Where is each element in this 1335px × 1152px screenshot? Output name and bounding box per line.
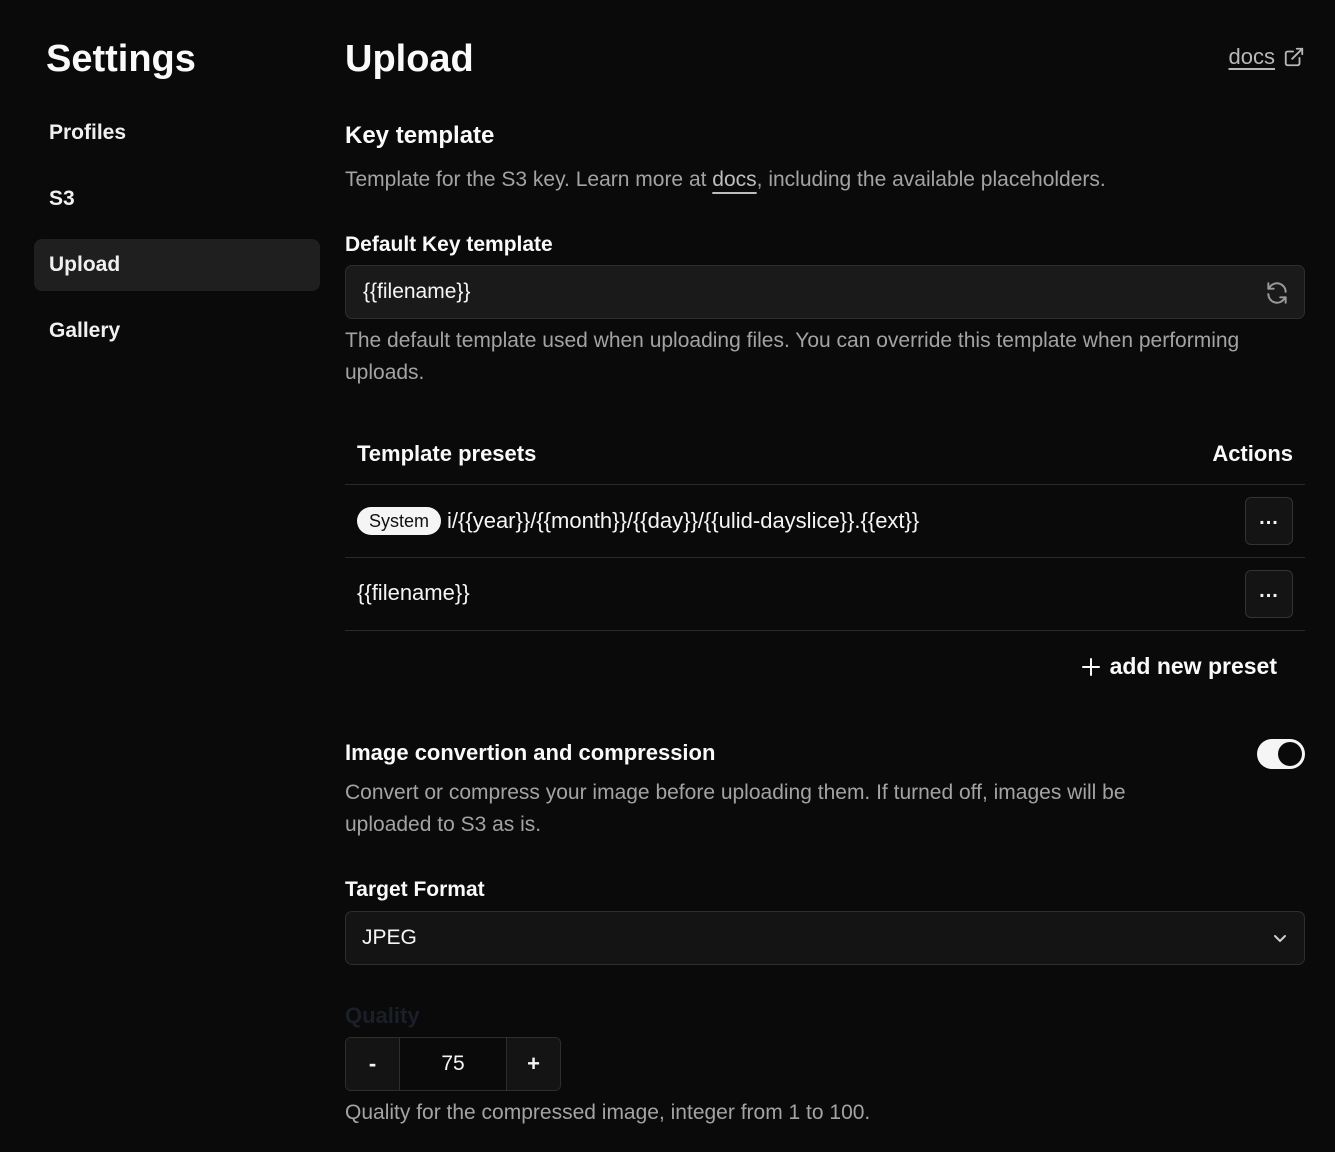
key-template-heading: Key template: [345, 122, 495, 149]
table-header: Template presets Actions: [345, 425, 1305, 485]
add-new-preset-button[interactable]: add new preset: [1081, 653, 1277, 680]
add-new-preset-label: add new preset: [1109, 653, 1277, 679]
quality-label: Quality: [345, 1003, 420, 1028]
default-key-template-input[interactable]: [363, 278, 1243, 306]
target-format-label: Target Format: [345, 878, 485, 901]
external-link-icon: [1284, 47, 1304, 67]
page-title: Upload: [345, 38, 474, 80]
compression-description: Convert or compress your image before up…: [345, 781, 1126, 836]
sidebar-item-gallery[interactable]: Gallery: [34, 305, 320, 357]
quality-increment-button[interactable]: +: [507, 1038, 560, 1090]
docs-link-label: docs: [1228, 44, 1275, 69]
key-template-description: Template for the S3 key. Learn more at d…: [345, 164, 1106, 196]
target-format-value: JPEG: [362, 926, 417, 949]
preset-template: {{filename}}: [357, 580, 470, 605]
template-presets-table: Template presets Actions System i/{{year…: [345, 425, 1305, 631]
plus-icon: [1081, 657, 1100, 676]
sidebar-title: Settings: [46, 38, 196, 80]
refresh-icon[interactable]: [1264, 280, 1290, 306]
sidebar-item-profiles[interactable]: Profiles: [34, 107, 320, 159]
preset-cell: System i/{{year}}/{{month}}/{{day}}/{{ul…: [357, 507, 919, 535]
key-template-desc-before: Template for the S3 key. Learn more at: [345, 168, 713, 191]
default-key-template-label: Default Key template: [345, 233, 553, 256]
docs-link[interactable]: docs: [1229, 44, 1305, 70]
key-template-docs-link[interactable]: docs: [712, 168, 756, 191]
default-key-template-field: [345, 265, 1305, 319]
main-content: Upload docs Key template Template for th…: [345, 0, 1305, 1152]
compression-heading: Image convertion and compression: [345, 740, 716, 765]
preset-template: i/{{year}}/{{month}}/{{day}}/{{ulid-days…: [447, 508, 920, 533]
preset-cell: {{filename}}: [357, 580, 470, 606]
compression-toggle[interactable]: [1257, 739, 1305, 769]
default-key-template-help: The default template used when uploading…: [345, 329, 1240, 384]
toggle-knob: [1278, 742, 1302, 766]
quality-decrement-button[interactable]: -: [346, 1038, 399, 1090]
system-badge: System: [357, 507, 442, 535]
sidebar-item-upload[interactable]: Upload: [34, 239, 320, 291]
sidebar-item-s3[interactable]: S3: [34, 173, 320, 225]
table-row: {{filename}} ...: [345, 558, 1305, 631]
sidebar-nav: Profiles S3 Upload Gallery: [34, 107, 320, 371]
row-actions-button[interactable]: ...: [1245, 497, 1293, 545]
table-row: System i/{{year}}/{{month}}/{{day}}/{{ul…: [345, 485, 1305, 558]
quality-value[interactable]: 75: [399, 1038, 507, 1090]
row-actions-button[interactable]: ...: [1245, 570, 1293, 618]
target-format-select[interactable]: JPEG: [345, 911, 1305, 965]
key-template-desc-after: , including the available placeholders.: [756, 168, 1106, 191]
quality-stepper: - 75 +: [345, 1037, 561, 1091]
column-header-presets: Template presets: [357, 441, 537, 466]
column-header-actions: Actions: [1212, 441, 1293, 466]
chevron-down-icon: [1274, 935, 1286, 942]
quality-help: Quality for the compressed image, intege…: [345, 1101, 871, 1124]
